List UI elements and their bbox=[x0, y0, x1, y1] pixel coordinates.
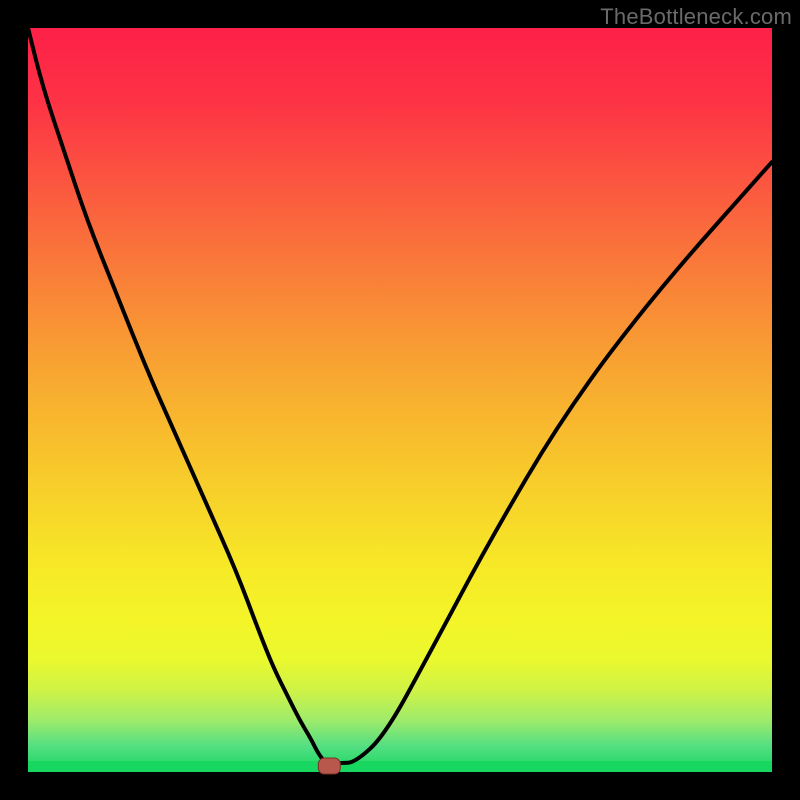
bottleneck-chart bbox=[0, 0, 800, 800]
plot-background bbox=[28, 28, 772, 772]
current-position-marker bbox=[318, 758, 340, 774]
bottom-band bbox=[28, 761, 772, 772]
watermark-text: TheBottleneck.com bbox=[600, 4, 792, 30]
chart-container: TheBottleneck.com bbox=[0, 0, 800, 800]
